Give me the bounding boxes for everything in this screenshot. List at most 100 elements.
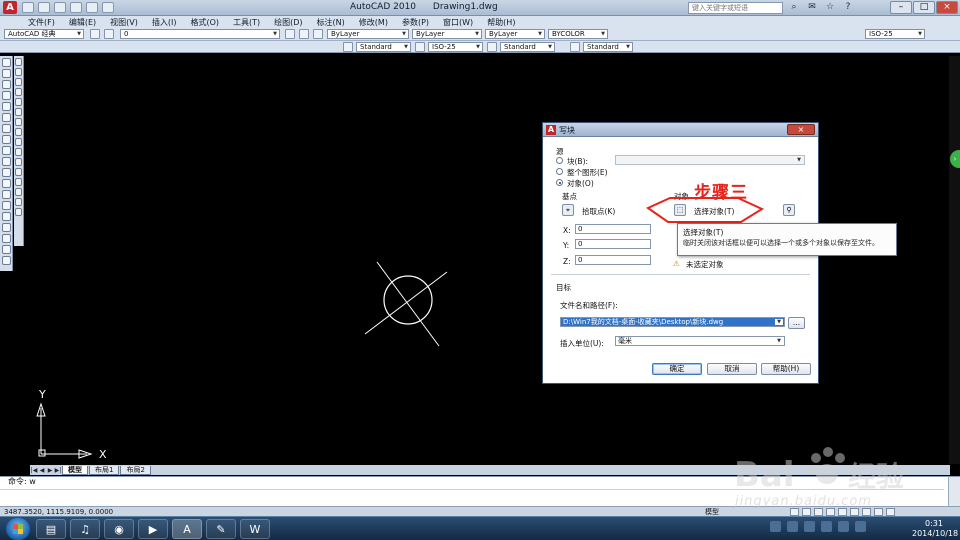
rotate-icon[interactable]: [15, 118, 22, 126]
word-icon[interactable]: W: [240, 519, 270, 539]
trim-icon[interactable]: [15, 148, 22, 156]
minimize-button[interactable]: –: [890, 1, 912, 14]
table-icon[interactable]: [2, 245, 11, 254]
print-icon[interactable]: [102, 2, 114, 13]
table-style-select[interactable]: Standard: [500, 42, 555, 52]
menu-edit[interactable]: 编辑(E): [69, 17, 96, 28]
browser-icon[interactable]: ◉: [104, 519, 134, 539]
offset-icon[interactable]: [15, 88, 22, 96]
annotation-scale-icon[interactable]: [850, 508, 859, 516]
source-entire-radio[interactable]: [556, 168, 563, 175]
tab-layout2[interactable]: 布局2: [120, 465, 151, 475]
fillet-icon[interactable]: [15, 198, 22, 206]
undo-icon[interactable]: [70, 2, 82, 13]
tab-first-icon[interactable]: |◀: [30, 467, 38, 474]
workspace-settings-icon[interactable]: [90, 29, 100, 39]
clock[interactable]: 0:31 2014/10/18: [912, 519, 958, 539]
menu-parameter[interactable]: 参数(P): [402, 17, 429, 28]
paint-icon[interactable]: ✎: [206, 519, 236, 539]
menu-file[interactable]: 文件(F): [28, 17, 55, 28]
lock-icon[interactable]: [874, 508, 883, 516]
stretch-icon[interactable]: [15, 138, 22, 146]
drawn-line-1[interactable]: [376, 261, 440, 347]
mtext-icon[interactable]: [2, 256, 11, 265]
help-search-input[interactable]: 键入关键字或短语: [688, 2, 783, 14]
command-scrollbar[interactable]: [948, 477, 960, 507]
volume-icon[interactable]: [821, 521, 832, 532]
layer-state-icon[interactable]: [313, 29, 323, 39]
dim-scale-select[interactable]: ISO-25: [865, 29, 925, 39]
workspace-select[interactable]: AutoCAD 经典: [4, 29, 84, 39]
battery-icon[interactable]: [838, 521, 849, 532]
layer-previous-icon[interactable]: [299, 29, 309, 39]
menu-window[interactable]: 窗口(W): [443, 17, 473, 28]
tab-next-icon[interactable]: ▶: [46, 467, 54, 474]
tab-model[interactable]: 模型: [62, 465, 88, 475]
file-path-input[interactable]: D:\Win7我的文档-桌面-收藏夹\Desktop\新块.dwg ▼: [560, 317, 785, 327]
mleader-style-icon[interactable]: [570, 42, 580, 52]
text-style-icon[interactable]: [343, 42, 353, 52]
workspace-switch-icon[interactable]: [862, 508, 871, 516]
quick-view-drawings-icon[interactable]: [802, 508, 811, 516]
base-x-input[interactable]: 0: [575, 224, 651, 234]
copy-icon[interactable]: [15, 68, 22, 76]
move-icon[interactable]: [15, 108, 22, 116]
tab-prev-icon[interactable]: ◀: [38, 467, 46, 474]
lineweight-select[interactable]: ByLayer: [485, 29, 545, 39]
browse-button[interactable]: ...: [788, 317, 805, 329]
color-select[interactable]: ByLayer: [327, 29, 409, 39]
steering-wheel-icon[interactable]: [838, 508, 847, 516]
cancel-button[interactable]: 取消: [707, 363, 757, 375]
scale-icon[interactable]: [15, 128, 22, 136]
drawn-line-2[interactable]: [364, 271, 448, 335]
pan-icon[interactable]: [814, 508, 823, 516]
tab-layout1[interactable]: 布局1: [89, 465, 120, 475]
chamfer-icon[interactable]: [15, 188, 22, 196]
tray-app-icon[interactable]: [770, 521, 781, 532]
menu-format[interactable]: 格式(O): [190, 17, 219, 28]
vertical-scrollbar[interactable]: [949, 56, 960, 464]
join-icon[interactable]: [15, 178, 22, 186]
select-objects-label[interactable]: 选择对象(T): [694, 206, 734, 217]
autocad-taskbar-icon[interactable]: A: [172, 519, 202, 539]
network-icon[interactable]: [787, 521, 798, 532]
menu-dimension[interactable]: 标注(N): [317, 17, 345, 28]
start-button[interactable]: [6, 518, 30, 540]
explode-icon[interactable]: [15, 208, 22, 216]
base-z-input[interactable]: 0: [575, 255, 651, 265]
rectangle-icon[interactable]: [2, 102, 11, 111]
save-icon[interactable]: [54, 2, 66, 13]
communication-center-icon[interactable]: ✉: [806, 2, 818, 13]
layer-select[interactable]: 0: [120, 29, 280, 39]
ok-button[interactable]: 确定: [652, 363, 702, 375]
media-player-icon[interactable]: ♫: [70, 519, 100, 539]
zoom-icon[interactable]: [826, 508, 835, 516]
gradient-icon[interactable]: [2, 223, 11, 232]
new-icon[interactable]: [22, 2, 34, 13]
flag-icon[interactable]: [855, 521, 866, 532]
circle-icon[interactable]: [2, 124, 11, 133]
point-icon[interactable]: [2, 201, 11, 210]
ellipse-arc-icon[interactable]: [2, 168, 11, 177]
search-icon[interactable]: ⌕: [788, 2, 800, 13]
array-icon[interactable]: [15, 98, 22, 106]
make-current-layer-icon[interactable]: [285, 29, 295, 39]
revision-cloud-icon[interactable]: [2, 135, 11, 144]
source-block-radio[interactable]: [556, 157, 563, 164]
ellipse-icon[interactable]: [2, 157, 11, 166]
menu-modify[interactable]: 修改(M): [359, 17, 388, 28]
linetype-select[interactable]: ByLayer: [412, 29, 482, 39]
break-icon[interactable]: [15, 168, 22, 176]
video-player-icon[interactable]: ▶: [138, 519, 168, 539]
menu-tools[interactable]: 工具(T): [233, 17, 260, 28]
tab-last-icon[interactable]: ▶|: [54, 467, 62, 474]
pick-point-label[interactable]: 拾取点(K): [582, 206, 615, 217]
polygon-icon[interactable]: [2, 91, 11, 100]
open-icon[interactable]: [38, 2, 50, 13]
source-objects-radio[interactable]: [556, 179, 563, 186]
mirror-icon[interactable]: [15, 78, 22, 86]
clean-screen-icon[interactable]: [886, 508, 895, 516]
extend-icon[interactable]: [15, 158, 22, 166]
insert-block-icon[interactable]: [2, 179, 11, 188]
line-icon[interactable]: [2, 58, 11, 67]
